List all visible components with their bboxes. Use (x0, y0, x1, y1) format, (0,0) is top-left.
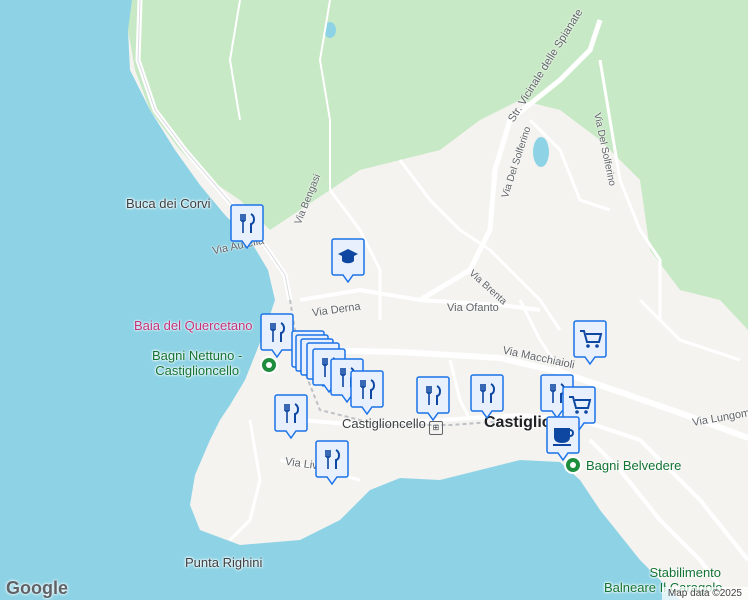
poi-marker-shopping[interactable] (573, 320, 607, 366)
restaurant-icon (416, 376, 450, 422)
poi-marker-school[interactable] (331, 238, 365, 284)
poi-marker-restaurant[interactable] (230, 204, 264, 250)
poi-marker-restaurant[interactable] (274, 394, 308, 440)
poi-marker-restaurant[interactable] (416, 376, 450, 422)
restaurant-icon (470, 374, 504, 420)
school-icon (331, 238, 365, 284)
poi-marker-restaurant[interactable] (315, 440, 349, 486)
restaurant-icon (274, 394, 308, 440)
poi-marker-cafe[interactable] (546, 416, 580, 462)
restaurant-icon (315, 440, 349, 486)
google-logo: Google (6, 578, 68, 598)
pond (533, 137, 549, 167)
map-attribution: Map data ©2025 (661, 587, 748, 600)
shopping-cart-icon (573, 320, 607, 366)
poi-marker-restaurant[interactable] (470, 374, 504, 420)
map-canvas[interactable] (0, 0, 748, 600)
restaurant-icon (260, 313, 294, 359)
restaurant-icon (350, 370, 384, 416)
restaurant-icon (230, 204, 264, 250)
poi-marker-restaurant[interactable] (350, 370, 384, 416)
poi-marker-restaurant[interactable] (260, 313, 294, 359)
cafe-icon (546, 416, 580, 462)
